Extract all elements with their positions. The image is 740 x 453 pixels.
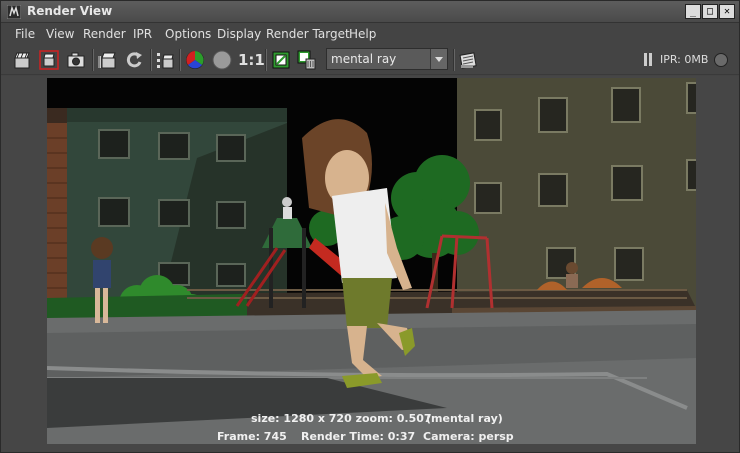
remove-image-icon[interactable]: [297, 50, 317, 70]
alpha-channel-icon[interactable]: [212, 50, 232, 70]
menu-ipr[interactable]: IPR: [133, 27, 152, 41]
toolbar-separator: [453, 49, 455, 71]
renderer-value: mental ray: [331, 52, 397, 66]
snapshot-icon[interactable]: [66, 50, 86, 70]
toolbar-separator: [92, 49, 94, 71]
menu-options[interactable]: Options: [165, 27, 211, 41]
render-sequence-icon[interactable]: [155, 50, 175, 70]
menu-view[interactable]: View: [46, 27, 74, 41]
maya-app-icon: [7, 5, 21, 19]
renderer-dropdown[interactable]: mental ray: [326, 48, 448, 70]
minimize-button[interactable]: _: [685, 4, 701, 19]
render-time-info: Render Time: 0:37: [301, 430, 416, 443]
toolbar-separator: [150, 49, 152, 71]
ipr-clapper-icon[interactable]: [98, 50, 118, 70]
menu-bar: File View Render IPR Options Display Ren…: [1, 24, 739, 45]
close-button[interactable]: ✕: [719, 4, 735, 19]
menu-render[interactable]: Render: [83, 27, 126, 41]
ipr-status: IPR: 0MB: [660, 53, 709, 66]
render-viewport[interactable]: size: 1280 x 720 zoom: 0.507 (mental ray…: [1, 76, 739, 452]
menu-file[interactable]: File: [15, 27, 35, 41]
frame-info: Frame: 745: [217, 430, 287, 443]
toolbar: 1:1 mental ray IPR: 0MB: [1, 45, 739, 75]
chevron-down-icon[interactable]: [430, 49, 447, 69]
pause-icon[interactable]: [643, 53, 653, 66]
menu-help[interactable]: Help: [349, 27, 376, 41]
color-channels-icon[interactable]: [185, 50, 205, 70]
menu-render-target[interactable]: Render Target: [266, 27, 350, 41]
render-size-info: size: 1280 x 720 zoom: 0.507: [251, 412, 432, 425]
clapper-region-icon[interactable]: [39, 50, 59, 70]
render-settings-icon[interactable]: [458, 50, 478, 70]
refresh-icon[interactable]: [124, 50, 144, 70]
camera-info: Camera: persp: [423, 430, 514, 443]
rendered-image: size: 1280 x 720 zoom: 0.507 (mental ray…: [47, 78, 696, 444]
title-bar: Render View _ □ ✕: [1, 1, 739, 23]
menu-display[interactable]: Display: [217, 27, 261, 41]
ipr-indicator[interactable]: [714, 53, 728, 67]
toolbar-separator: [265, 49, 267, 71]
toolbar-separator: [179, 49, 181, 71]
renderer-info: (mental ray): [426, 412, 503, 425]
keep-image-icon[interactable]: [271, 50, 291, 70]
maximize-button[interactable]: □: [702, 4, 718, 19]
render-view-window: Render View _ □ ✕ File View Render IPR O…: [0, 0, 740, 453]
render-scene: [47, 78, 696, 444]
clapper-icon[interactable]: [12, 50, 32, 70]
real-size-button[interactable]: 1:1: [238, 51, 265, 69]
window-title: Render View: [27, 4, 113, 18]
